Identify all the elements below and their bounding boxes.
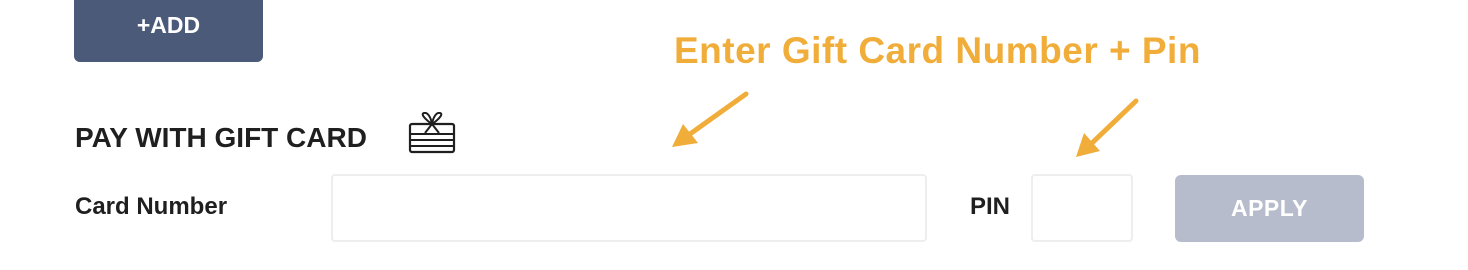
apply-button-label: APPLY	[1230, 195, 1309, 221]
card-number-input[interactable]	[331, 174, 927, 242]
arrow-to-pin	[1076, 98, 1139, 157]
pin-label: PIN	[970, 193, 1011, 220]
add-button[interactable]: +ADD	[74, 0, 263, 62]
pin-input[interactable]	[1031, 174, 1133, 242]
arrow-to-card-number	[672, 91, 749, 147]
card-number-label: Card Number	[75, 193, 228, 220]
gift-card-icon	[408, 112, 456, 154]
section-title: PAY WITH GIFT CARD	[75, 122, 367, 153]
apply-button[interactable]: APPLY	[1175, 175, 1364, 242]
add-button-label: +ADD	[136, 11, 201, 38]
annotation-text: Enter Gift Card Number + Pin	[674, 30, 1201, 71]
